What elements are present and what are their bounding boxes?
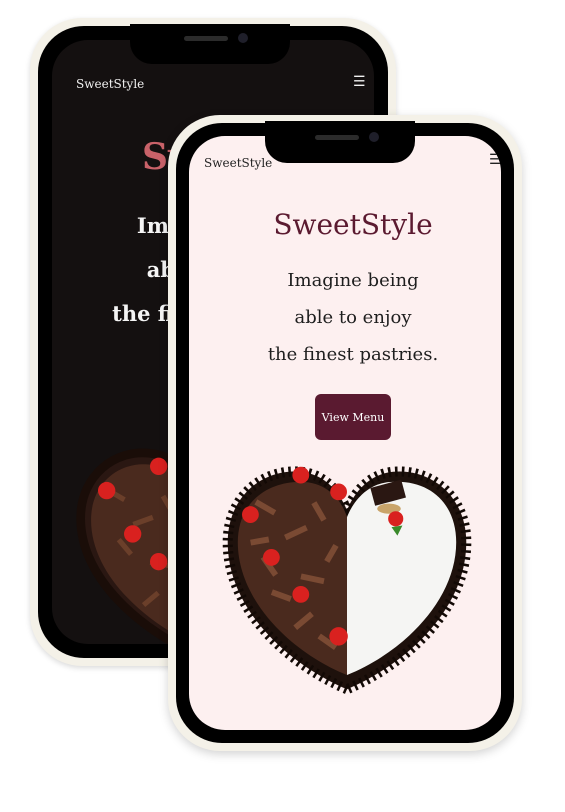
phone-notch: [130, 24, 290, 64]
hero-tagline: Imagine being able to enjoy the finest p…: [238, 262, 468, 373]
tagline-line: able to enjoy: [294, 307, 412, 328]
tagline-line: the finest pastries.: [267, 344, 439, 365]
speaker-icon: [315, 135, 359, 140]
phone-mockup-light: SweetStyle ☰ SweetStyle Imagine being ab…: [168, 115, 522, 751]
menu-icon[interactable]: ☰: [353, 74, 366, 90]
brand-logo[interactable]: SweetStyle: [204, 156, 272, 170]
hero-title: SweetStyle: [273, 208, 433, 241]
menu-icon[interactable]: ☰: [489, 152, 501, 168]
camera-icon: [369, 132, 379, 142]
phone-notch: [265, 121, 415, 163]
phone-frame: SweetStyle ☰ SweetStyle Imagine being ab…: [176, 121, 514, 743]
cake-image: [222, 466, 472, 695]
tagline-line: Imagine being: [287, 270, 419, 291]
view-menu-button[interactable]: View Menu: [315, 394, 391, 440]
phone-screen-light: SweetStyle ☰ SweetStyle Imagine being ab…: [189, 136, 501, 730]
speaker-icon: [184, 36, 228, 41]
camera-icon: [238, 33, 248, 43]
brand-logo[interactable]: SweetStyle: [76, 77, 144, 91]
